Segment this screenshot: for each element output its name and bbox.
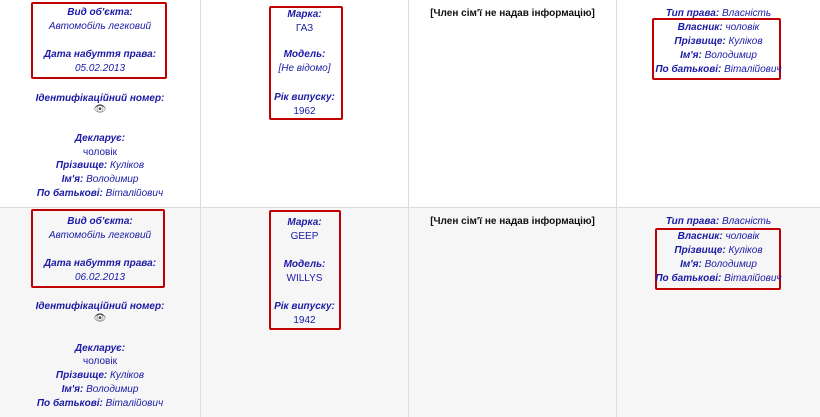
declaration-vehicles-table: Вид об'єкта: Автомобіль легковий Дата на… [0, 0, 820, 417]
year-value: 1962 [293, 106, 316, 117]
brand-label: Марка: [287, 9, 322, 20]
object-cell: Вид об'єкта: Автомобіль легковий Дата на… [0, 0, 201, 207]
right-type-value: Власність [721, 216, 772, 227]
model-label: Модель: [283, 49, 326, 60]
patronymic-value: Віталійович [724, 64, 782, 75]
name-label: Ім'я: [61, 174, 84, 185]
id-number-label: Ідентифікаційний номер: [35, 301, 165, 312]
name-label: Ім'я: [680, 50, 702, 61]
declarant-label: Декларує: [74, 343, 126, 354]
patronymic-line: По батькові: Віталійович [0, 187, 200, 200]
patronymic-label: По батькові: [655, 273, 722, 284]
model-value: [Не відомо] [278, 63, 331, 74]
owner-line: Власник: чоловік [617, 230, 820, 243]
surname-line: Прізвище: Куліков [0, 369, 200, 382]
surname-label: Прізвище: [674, 36, 726, 47]
name-value: Володимир [86, 384, 139, 395]
family-note: [Член сім'ї не надав інформацію] [430, 8, 595, 19]
patronymic-label: По батькові: [36, 398, 103, 409]
patronymic-value: Віталійович [105, 188, 164, 199]
model-label: Модель: [283, 259, 326, 270]
table-row: Вид об'єкта: Автомобіль легковий Дата на… [0, 207, 820, 417]
owner-line: Власник: чоловік [617, 21, 820, 34]
patronymic-label: По батькові: [655, 64, 722, 75]
object-kind-label: Вид об'єкта: [67, 216, 133, 227]
name-value: Володимир [704, 259, 757, 270]
surname-value: Куліков [728, 36, 763, 47]
brand-value: GEEP [290, 231, 319, 242]
table-row: Вид об'єкта: Автомобіль легковий Дата на… [0, 0, 820, 207]
rights-cell: Тип права: Власність Власник: чоловік Пр… [617, 0, 820, 207]
patronymic-label: По батькові: [36, 188, 103, 199]
year-label: Рік випуску: [274, 301, 335, 312]
patronymic-value: Віталійович [105, 398, 164, 409]
date-value: 05.02.2013 [74, 63, 126, 74]
year-value: 1942 [293, 315, 316, 326]
surname-label: Прізвище: [674, 245, 726, 256]
rights-cell: Тип права: Власність Власник: чоловік Пр… [617, 208, 820, 417]
family-note: [Член сім'ї не надав інформацію] [430, 216, 595, 227]
surname-line: Прізвище: Куліков [617, 244, 820, 257]
object-kind-label: Вид об'єкта: [67, 7, 133, 18]
right-type-label: Тип права: [665, 216, 720, 227]
date-value: 06.02.2013 [74, 272, 126, 283]
right-type-line: Тип права: Власність [617, 215, 820, 228]
name-label: Ім'я: [61, 384, 84, 395]
patronymic-line: По батькові: Віталійович [0, 397, 200, 410]
model-value: WILLYS [286, 273, 323, 284]
name-label: Ім'я: [680, 259, 702, 270]
surname-value: Куліков [728, 245, 763, 256]
vehicle-cell: Марка: GEEP Модель: WILLYS Рік випуску: … [201, 208, 409, 417]
name-line: Ім'я: Володимир [617, 49, 820, 62]
object-kind-value: Автомобіль легковий [48, 21, 152, 32]
name-line: Ім'я: Володимир [0, 383, 200, 396]
name-value: Володимир [86, 174, 139, 185]
date-label: Дата набуття права: [43, 258, 157, 269]
eye-hidden-icon[interactable]: 👁︎ [0, 104, 200, 116]
surname-line: Прізвище: Куліков [617, 35, 820, 48]
declarant-value: чоловік [83, 147, 117, 158]
surname-value: Куліков [110, 370, 145, 381]
owner-value: чоловік [725, 22, 760, 33]
patronymic-line: По батькові: Віталійович [617, 63, 820, 76]
surname-label: Прізвище: [55, 160, 108, 171]
owner-label: Власник: [677, 22, 723, 33]
patronymic-line: По батькові: Віталійович [617, 272, 820, 285]
owner-value: чоловік [725, 231, 760, 242]
eye-hidden-icon[interactable]: 👁︎ [0, 313, 200, 325]
family-member-cell: [Член сім'ї не надав інформацію] [409, 0, 617, 207]
name-line: Ім'я: Володимир [617, 258, 820, 271]
surname-label: Прізвище: [55, 370, 108, 381]
surname-value: Куліков [110, 160, 145, 171]
surname-line: Прізвище: Куліков [0, 159, 200, 172]
owner-label: Власник: [677, 231, 723, 242]
vehicle-cell: Марка: ГАЗ Модель: [Не відомо] Рік випус… [201, 0, 409, 207]
brand-label: Марка: [287, 217, 322, 228]
family-member-cell: [Член сім'ї не надав інформацію] [409, 208, 617, 417]
declarant-value: чоловік [83, 356, 117, 367]
object-kind-value: Автомобіль легковий [48, 230, 152, 241]
patronymic-value: Віталійович [724, 273, 782, 284]
date-label: Дата набуття права: [43, 49, 157, 60]
name-value: Володимир [704, 50, 757, 61]
object-cell: Вид об'єкта: Автомобіль легковий Дата на… [0, 208, 201, 417]
brand-value: ГАЗ [295, 23, 314, 34]
name-line: Ім'я: Володимир [0, 173, 200, 186]
declarant-label: Декларує: [74, 133, 126, 144]
year-label: Рік випуску: [274, 92, 335, 103]
